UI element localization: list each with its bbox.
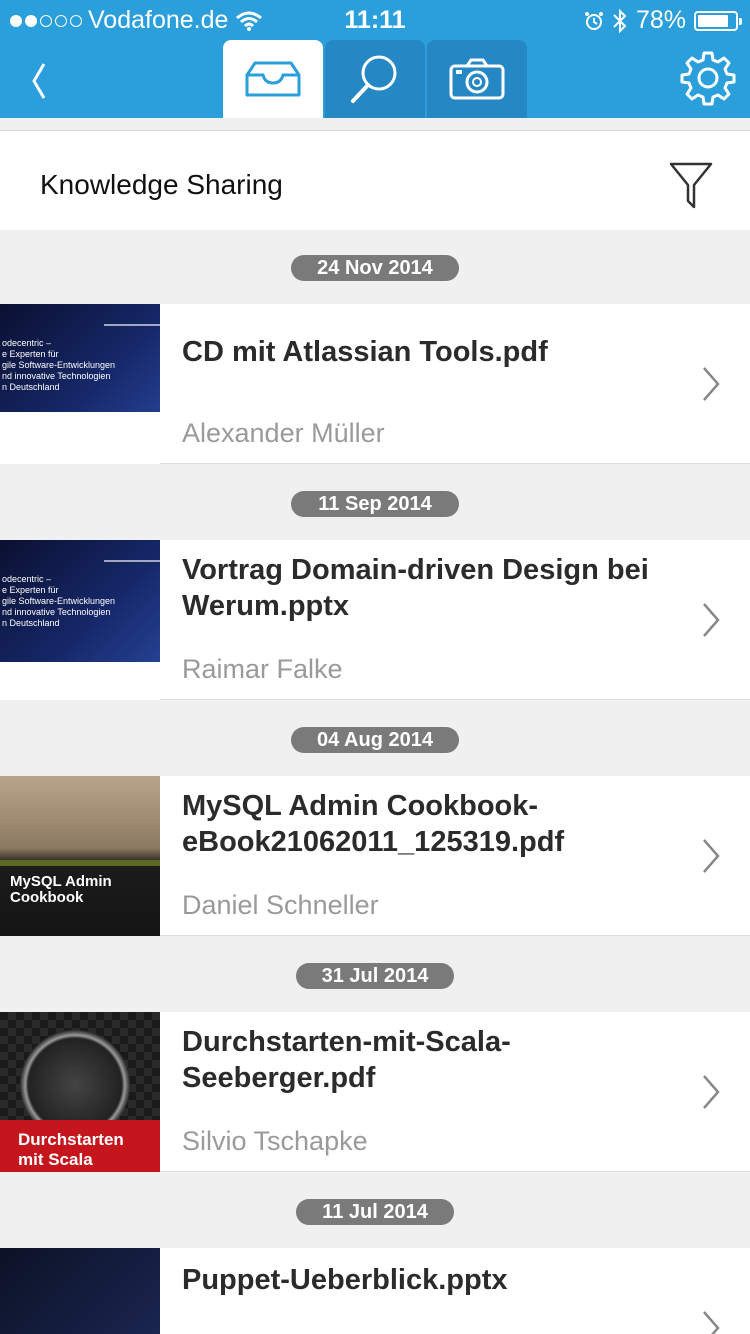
document-thumbnail: MySQL Admin Cookbook — [0, 776, 160, 936]
gear-icon — [680, 51, 736, 106]
date-badge: 11 Sep 2014 — [291, 491, 459, 517]
chevron-right-icon — [703, 1311, 720, 1334]
document-thumbnail: odecentric – e Experten für gile Softwar… — [0, 304, 160, 464]
list-title: Knowledge Sharing — [40, 169, 283, 200]
chevron-right-icon — [703, 1075, 720, 1109]
status-bar: Vodafone.de 11:11 78% — [0, 0, 750, 40]
list-item[interactable]: Durchstarten mit Scala Durchstarten-mit-… — [0, 1012, 750, 1172]
search-icon — [351, 55, 397, 103]
date-badge: 24 Nov 2014 — [291, 255, 459, 281]
document-title: MySQL Admin Cookbook-eBook21062011_12531… — [182, 790, 565, 858]
tab-camera[interactable] — [427, 40, 527, 118]
document-thumbnail — [0, 1248, 160, 1334]
list-header: Knowledge Sharing — [0, 130, 750, 230]
document-thumbnail: odecentric – e Experten für gile Softwar… — [0, 540, 160, 700]
list-item[interactable]: Puppet-Ueberblick.pptx — [0, 1248, 750, 1334]
date-badge: 11 Jul 2014 — [296, 1199, 454, 1225]
camera-icon — [449, 58, 505, 100]
inbox-tray-icon — [245, 61, 301, 97]
chevron-right-icon — [703, 367, 720, 401]
thumbnail-text: Durchstarten mit Scala — [18, 1130, 124, 1169]
date-badge: 04 Aug 2014 — [291, 727, 459, 753]
document-title: Vortrag Domain-driven Design bei Werum.p… — [182, 554, 649, 622]
bluetooth-icon — [613, 8, 627, 33]
document-author: Silvio Tschapke — [182, 1126, 368, 1156]
document-title: Puppet-Ueberblick.pptx — [182, 1264, 508, 1296]
battery-percentage: 78% — [635, 6, 686, 34]
document-author: Raimar Falke — [182, 654, 343, 684]
document-author: Alexander Müller — [182, 418, 385, 448]
thumbnail-text: odecentric – e Experten für gile Softwar… — [2, 574, 116, 628]
chevron-right-icon — [703, 839, 720, 873]
date-badge: 31 Jul 2014 — [296, 963, 454, 989]
document-title: CD mit Atlassian Tools.pdf — [182, 336, 548, 368]
thumbnail-text: MySQL Admin Cookbook — [10, 873, 112, 906]
alarm-icon — [584, 11, 603, 30]
document-author: Daniel Schneller — [182, 890, 379, 920]
filter-funnel-icon — [669, 162, 713, 209]
chevron-right-icon — [703, 603, 720, 637]
settings-button[interactable] — [680, 50, 736, 106]
back-button[interactable] — [20, 58, 60, 104]
list-item[interactable]: MySQL Admin Cookbook MySQL Admin Cookboo… — [0, 776, 750, 936]
tab-search[interactable] — [325, 40, 425, 118]
battery-icon — [694, 10, 742, 31]
list-item[interactable]: odecentric – e Experten für gile Softwar… — [0, 540, 750, 700]
document-title: Durchstarten-mit-Scala-Seeberger.pdf — [182, 1026, 511, 1094]
document-thumbnail: Durchstarten mit Scala — [0, 1012, 160, 1172]
app-header: Vodafone.de 11:11 78% — [0, 0, 750, 118]
thumbnail-text: odecentric – e Experten für gile Softwar… — [2, 338, 116, 392]
filter-button[interactable] — [668, 161, 714, 211]
tab-inbox[interactable] — [223, 40, 323, 118]
list-item[interactable]: odecentric – e Experten für gile Softwar… — [0, 304, 750, 464]
